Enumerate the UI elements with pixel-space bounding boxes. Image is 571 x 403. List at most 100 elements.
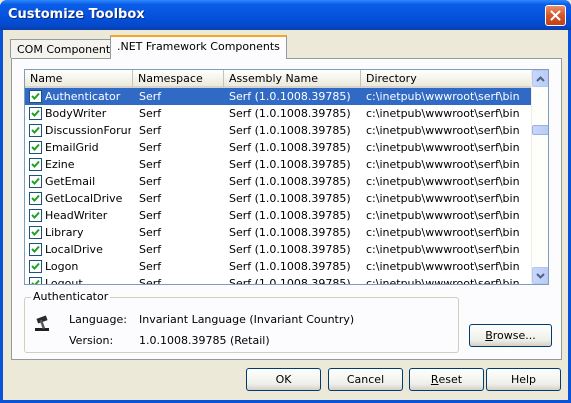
checkmark-icon [31,143,40,151]
cell-namespace: Serf [139,158,162,171]
close-button[interactable] [545,5,566,26]
cell-namespace: Serf [139,226,162,239]
list-item[interactable]: BodyWriter Serf Serf (1.0.1008.39785) c:\in… [25,105,531,122]
cancel-label: Cancel [346,373,385,386]
cell-assembly-name: Serf (1.0.1008.39785) [229,107,351,120]
item-checkbox[interactable] [29,107,42,120]
list-item[interactable]: Logon Serf Serf (1.0.1008.39785) c:\inetpub… [25,258,531,275]
cell-name: BodyWriter [45,107,107,120]
list-rows: Authenticator Serf Serf (1.0.1008.39785) c:… [25,88,531,284]
close-icon [550,10,561,21]
cell-assembly-name: Serf (1.0.1008.39785) [229,175,351,188]
tab-panel: Name Namespace Assembly Name Directory A… [11,58,562,360]
item-checkbox[interactable] [29,124,42,137]
cell-namespace: Serf [139,175,162,188]
item-checkbox[interactable] [29,192,42,205]
list-item[interactable]: GetLocalDrive Serf Serf (1.0.1008.39785) c:… [25,190,531,207]
cell-namespace: Serf [139,260,162,273]
cell-namespace: Serf [139,124,162,137]
list-item[interactable]: Ezine Serf Serf (1.0.1008.39785) c:\inetpub… [25,156,531,173]
cell-namespace: Serf [139,243,162,256]
component-details-group: Authenticator Language: Invariant Langua… [24,290,459,353]
cell-assembly-name: Serf (1.0.1008.39785) [229,277,351,285]
components-list[interactable]: Name Namespace Assembly Name Directory A… [24,69,549,285]
reset-label: eset [438,373,463,386]
ok-button[interactable]: OK [246,368,321,391]
cell-namespace: Serf [139,141,162,154]
list-item[interactable]: HeadWriter Serf Serf (1.0.1008.39785) c:\in… [25,207,531,224]
item-checkbox[interactable] [29,226,42,239]
item-checkbox[interactable] [29,209,42,222]
cell-assembly-name: Serf (1.0.1008.39785) [229,192,351,205]
column-header-directory[interactable]: Directory [361,70,531,87]
cell-name: Logon [45,260,79,273]
list-header: Name Namespace Assembly Name Directory [25,70,531,88]
browse-accel: B [485,329,493,342]
cell-assembly-name: Serf (1.0.1008.39785) [229,209,351,222]
list-item[interactable]: EmailGrid Serf Serf (1.0.1008.39785) c:\ine… [25,139,531,156]
cell-assembly-name: Serf (1.0.1008.39785) [229,260,351,273]
cell-directory: c:\inetpub\wwwroot\serf\bin [366,175,520,188]
column-header-namespace[interactable]: Namespace [133,70,224,87]
ok-label: OK [275,373,292,386]
scroll-up-button[interactable] [532,70,548,87]
tab-label: .NET Framework Components [117,40,280,53]
cell-assembly-name: Serf (1.0.1008.39785) [229,158,351,171]
tab-com-components[interactable]: COM Components [10,39,123,58]
title-bar[interactable]: Customize Toolbox [0,0,571,30]
help-button[interactable]: Help [486,368,561,391]
list-item[interactable]: LocalDrive Serf Serf (1.0.1008.39785) c:\in… [25,241,531,258]
scroll-down-button[interactable] [532,267,548,284]
reset-button[interactable]: Reset [409,368,484,391]
item-checkbox[interactable] [29,277,42,284]
scroll-thumb[interactable] [532,125,548,135]
list-item[interactable]: Authenticator Serf Serf (1.0.1008.39785) c:… [25,88,531,105]
checkmark-icon [31,177,40,185]
cell-namespace: Serf [139,192,162,205]
chevron-down-icon [536,272,545,279]
cell-name: GetEmail [45,175,96,188]
item-checkbox[interactable] [29,158,42,171]
column-header-assembly-name[interactable]: Assembly Name [224,70,361,87]
cell-name: LocalDrive [45,243,103,256]
cell-directory: c:\inetpub\wwwroot\serf\bin [366,226,520,239]
cell-namespace: Serf [139,107,162,120]
cell-directory: c:\inetpub\wwwroot\serf\bin [366,260,520,273]
list-item[interactable]: Library Serf Serf (1.0.1008.39785) c:\inetp… [25,224,531,241]
cell-directory: c:\inetpub\wwwroot\serf\bin [366,209,520,222]
cell-namespace: Serf [139,277,162,285]
browse-label: rowse... [492,329,536,342]
group-title: Authenticator [31,290,111,303]
item-checkbox[interactable] [29,243,42,256]
help-label: Help [510,373,537,386]
item-checkbox[interactable] [29,141,42,154]
cell-assembly-name: Serf (1.0.1008.39785) [229,226,351,239]
list-item[interactable]: DiscussionForum Serf Serf (1.0.1008.39785)… [25,122,531,139]
cell-namespace: Serf [139,90,162,103]
cell-assembly-name: Serf (1.0.1008.39785) [229,124,351,137]
browse-button[interactable]: Browse... [469,324,552,347]
checkmark-icon [31,92,40,100]
checkmark-icon [31,109,40,117]
tab-net-framework-components[interactable]: .NET Framework Components [110,35,287,59]
item-checkbox[interactable] [29,260,42,273]
version-label: Version: [69,334,114,347]
reset-accel: R [430,373,439,386]
tab-label: COM Components [17,43,116,56]
list-item[interactable]: Logout Serf Serf (1.0.1008.39785) c:\inetpu… [25,275,531,285]
cell-name: Logout [45,277,83,285]
checkmark-icon [31,279,40,284]
checkmark-icon [31,194,40,202]
cancel-button[interactable]: Cancel [328,368,403,391]
cell-assembly-name: Serf (1.0.1008.39785) [229,90,351,103]
cell-directory: c:\inetpub\wwwroot\serf\bin [366,243,520,256]
vertical-scrollbar[interactable] [531,70,548,284]
language-value: Invariant Language (Invariant Country) [139,313,355,326]
list-item[interactable]: GetEmail Serf Serf (1.0.1008.39785) c:\inet… [25,173,531,190]
cell-name: DiscussionForum [45,124,131,137]
item-checkbox[interactable] [29,90,42,103]
column-header-name[interactable]: Name [25,70,133,87]
cell-name: Library [45,226,84,239]
item-checkbox[interactable] [29,175,42,188]
cell-directory: c:\inetpub\wwwroot\serf\bin [366,90,520,103]
